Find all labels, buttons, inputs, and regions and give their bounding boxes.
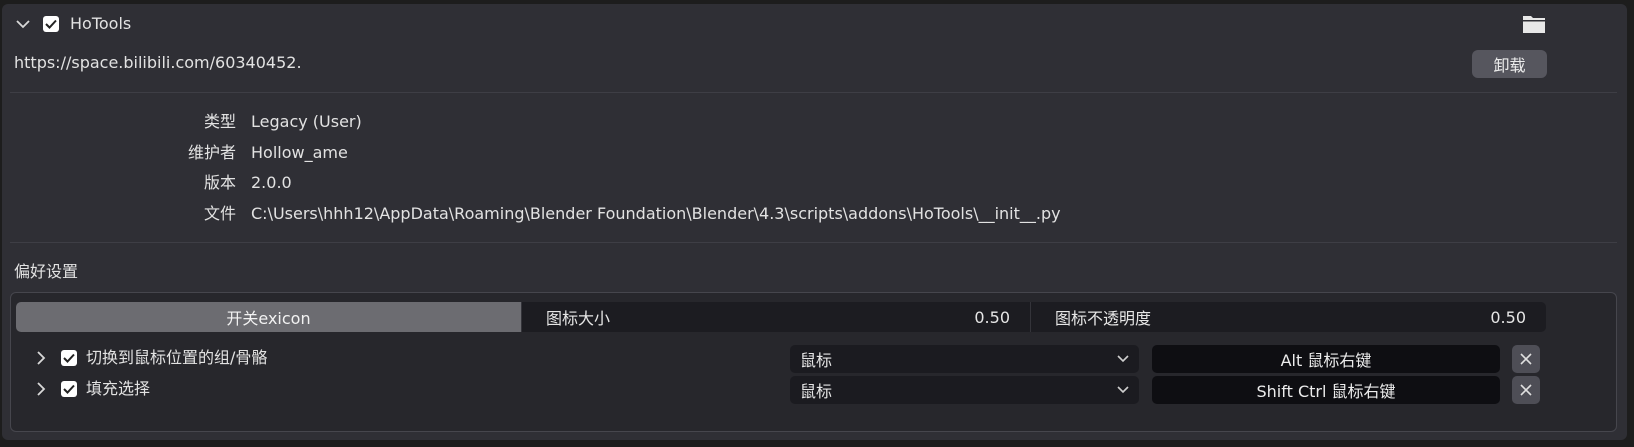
input-type-dropdown[interactable]: 鼠标 (790, 345, 1139, 373)
toggle-exicon-button[interactable]: 开关exicon (16, 302, 522, 332)
file-label: 文件 (203, 204, 236, 223)
checkmark-icon (63, 384, 75, 394)
keymap-name: 填充选择 (86, 379, 151, 398)
preferences-options-row: 开关exicon 图标大小 0.50 图标不透明度 0.50 (16, 302, 1546, 332)
divider (10, 92, 1617, 93)
file-path: C:\Users\hhh12\AppData\Roaming\Blender F… (251, 204, 1061, 223)
type-label: 类型 (203, 112, 236, 131)
close-icon (1520, 353, 1532, 365)
type-value: Legacy (User) (251, 112, 362, 131)
folder-icon[interactable] (1522, 14, 1546, 34)
version-value: 2.0.0 (251, 173, 292, 192)
icon-opacity-label: 图标不透明度 (1055, 309, 1152, 328)
remove-keymap-button[interactable] (1512, 345, 1540, 373)
divider (10, 242, 1617, 243)
keymap-enabled-checkbox[interactable] (61, 381, 77, 397)
key-binding-button[interactable]: Alt 鼠标右键 (1152, 345, 1500, 373)
icon-opacity-slider[interactable]: 图标不透明度 0.50 (1031, 302, 1546, 332)
uninstall-button[interactable]: 卸载 (1472, 50, 1547, 78)
keymap-expand-chevron-right-icon[interactable] (30, 347, 52, 369)
icon-size-label: 图标大小 (546, 309, 611, 328)
version-label: 版本 (203, 173, 236, 192)
checkmark-icon (45, 19, 57, 29)
preferences-title: 偏好设置 (14, 262, 79, 281)
keymap-name: 切换到鼠标位置的组/骨骼 (86, 348, 268, 367)
icon-size-value: 0.50 (974, 307, 1010, 327)
checkmark-icon (63, 353, 75, 363)
expand-chevron-down-icon[interactable] (12, 13, 34, 35)
addon-url-link[interactable]: https://space.bilibili.com/60340452. (14, 53, 302, 73)
key-binding-button[interactable]: Shift Ctrl 鼠标右键 (1152, 376, 1500, 404)
keymap-enabled-checkbox[interactable] (61, 350, 77, 366)
maintainer-value: Hollow_ame (251, 143, 348, 162)
icon-size-slider[interactable]: 图标大小 0.50 (522, 302, 1031, 332)
input-type-value: 鼠标 (800, 351, 833, 370)
chevron-down-icon (1117, 386, 1129, 394)
addon-name: HoTools (70, 14, 132, 33)
input-type-dropdown[interactable]: 鼠标 (790, 376, 1139, 404)
input-type-value: 鼠标 (800, 382, 833, 401)
icon-opacity-value: 0.50 (1490, 307, 1526, 327)
chevron-down-icon (1117, 355, 1129, 363)
maintainer-label: 维护者 (187, 143, 236, 162)
addon-enabled-checkbox[interactable] (43, 16, 59, 32)
keymap-expand-chevron-right-icon[interactable] (30, 378, 52, 400)
close-icon (1520, 384, 1532, 396)
remove-keymap-button[interactable] (1512, 376, 1540, 404)
